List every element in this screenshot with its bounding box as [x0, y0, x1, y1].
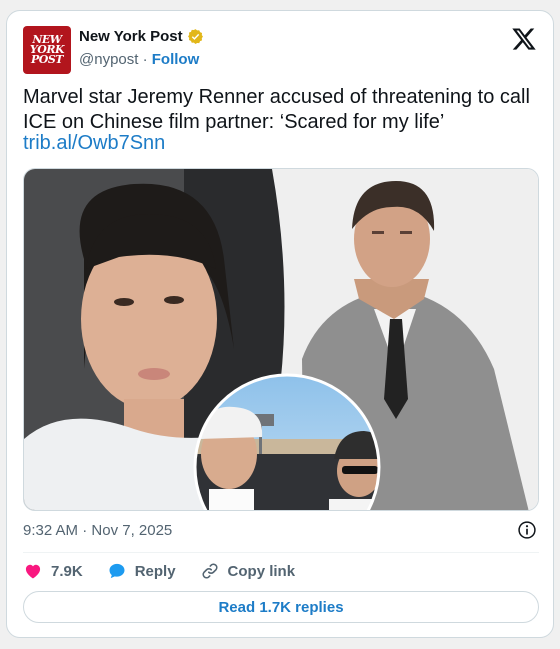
timestamp[interactable]: 9:32 AM · Nov 7, 2025 — [23, 522, 172, 539]
account-name-row: New York Post — [79, 28, 204, 45]
handle-row: @nypost · Follow — [79, 51, 199, 68]
like-count: 7.9K — [51, 562, 83, 580]
media-collage — [24, 169, 538, 510]
link-icon — [202, 563, 218, 579]
tweet-time: 9:32 AM — [23, 522, 79, 539]
speech-bubble-icon — [109, 563, 125, 579]
timestamp-separator: · — [78, 522, 92, 539]
reply-button[interactable]: Reply — [107, 561, 176, 581]
avatar[interactable]: NEW YORK POST — [23, 26, 71, 74]
tweet-date: Nov 7, 2025 — [91, 522, 173, 539]
tweet-media[interactable] — [23, 168, 539, 511]
heart-icon — [25, 564, 41, 579]
x-logo-icon[interactable] — [511, 26, 537, 52]
like-button[interactable]: 7.9K — [23, 561, 83, 581]
copy-link-button[interactable]: Copy link — [200, 561, 296, 581]
verified-badge-icon — [187, 29, 203, 44]
action-bar: 7.9K Reply Copy link — [23, 560, 319, 582]
tweet-card: NEW YORK POST New York Post @nypost · Fo… — [6, 10, 554, 638]
handle-separator: · — [138, 51, 152, 68]
copy-link-label: Copy link — [227, 562, 296, 580]
tweet-text: Marvel star Jeremy Renner accused of thr… — [23, 86, 530, 133]
read-replies-button[interactable]: Read 1.7K replies — [23, 591, 539, 623]
tweet-link[interactable]: trib.al/Owb7Snn — [23, 132, 165, 155]
divider — [23, 552, 539, 553]
nypost-logo: NEW YORK POST — [29, 33, 65, 66]
reply-label: Reply — [134, 562, 176, 580]
account-name[interactable]: New York Post — [79, 28, 183, 45]
follow-button[interactable]: Follow — [152, 51, 200, 68]
account-handle[interactable]: @nypost — [79, 51, 138, 68]
info-icon[interactable] — [517, 520, 537, 540]
